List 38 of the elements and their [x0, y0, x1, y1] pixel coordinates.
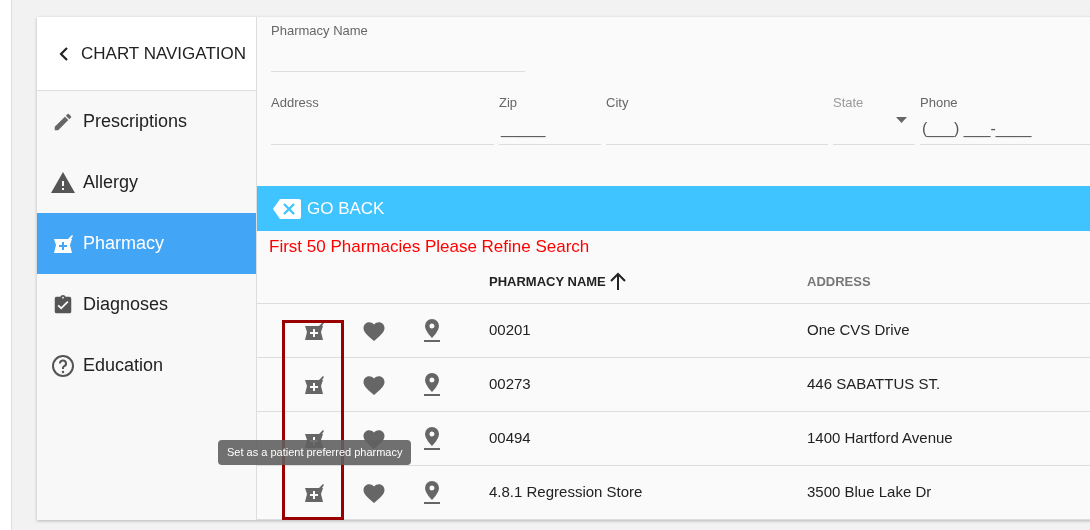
dropdown-caret-icon [896, 116, 907, 123]
location-pin-icon[interactable] [423, 372, 441, 397]
heart-icon[interactable] [362, 373, 386, 396]
sidebar-title: CHART NAVIGATION [81, 42, 246, 65]
chevron-left-icon[interactable] [59, 46, 69, 61]
tooltip: Set as a patient preferred pharmacy [218, 440, 412, 465]
location-pin-icon[interactable] [423, 426, 441, 451]
sidebar-item[interactable]: Prescriptions [37, 91, 256, 152]
clipboard-check-icon [52, 293, 74, 316]
address-field[interactable]: Address [271, 89, 494, 145]
table-cell-text: 446 SABATTUS ST. [807, 374, 942, 395]
column-header[interactable]: PHARMACY NAME [489, 271, 606, 291]
warning-icon [51, 171, 75, 194]
location-pin-icon[interactable] [423, 480, 441, 505]
table-cell-text: 00201 [489, 320, 532, 341]
city-field[interactable]: City [606, 89, 828, 145]
pharmacy-name-field[interactable]: Pharmacy Name [271, 17, 525, 72]
pharmacy-icon[interactable] [303, 373, 325, 396]
backspace-icon [273, 197, 301, 220]
phone-field[interactable]: Phone (___) ___-____ [920, 89, 1090, 145]
pharmacy-icon[interactable] [303, 481, 325, 504]
table-cell-text: One CVS Drive [807, 320, 911, 341]
location-pin-icon[interactable] [423, 318, 441, 343]
sidebar-item[interactable]: Allergy [37, 152, 256, 213]
sidebar-item[interactable]: Diagnoses [37, 274, 256, 335]
heart-icon[interactable] [362, 481, 386, 504]
table-cell-text: 00494 [489, 428, 532, 449]
help-icon [51, 353, 75, 378]
table-cell-text: 1400 Hartford Avenue [807, 428, 954, 449]
sidebar-item[interactable]: Education [37, 335, 256, 396]
zip-field[interactable]: Zip _____ [499, 89, 601, 145]
pharmacy-icon [52, 232, 74, 255]
table-cell-text: 3500 Blue Lake Dr [807, 482, 933, 503]
heart-icon[interactable] [362, 319, 386, 342]
notice-text: First 50 Pharmacies Please Refine Search [268, 236, 591, 258]
table-cell-text: 4.8.1 Regression Store [489, 482, 644, 503]
column-header[interactable]: ADDRESS [807, 271, 871, 291]
table-cell-text: 00273 [489, 374, 532, 395]
